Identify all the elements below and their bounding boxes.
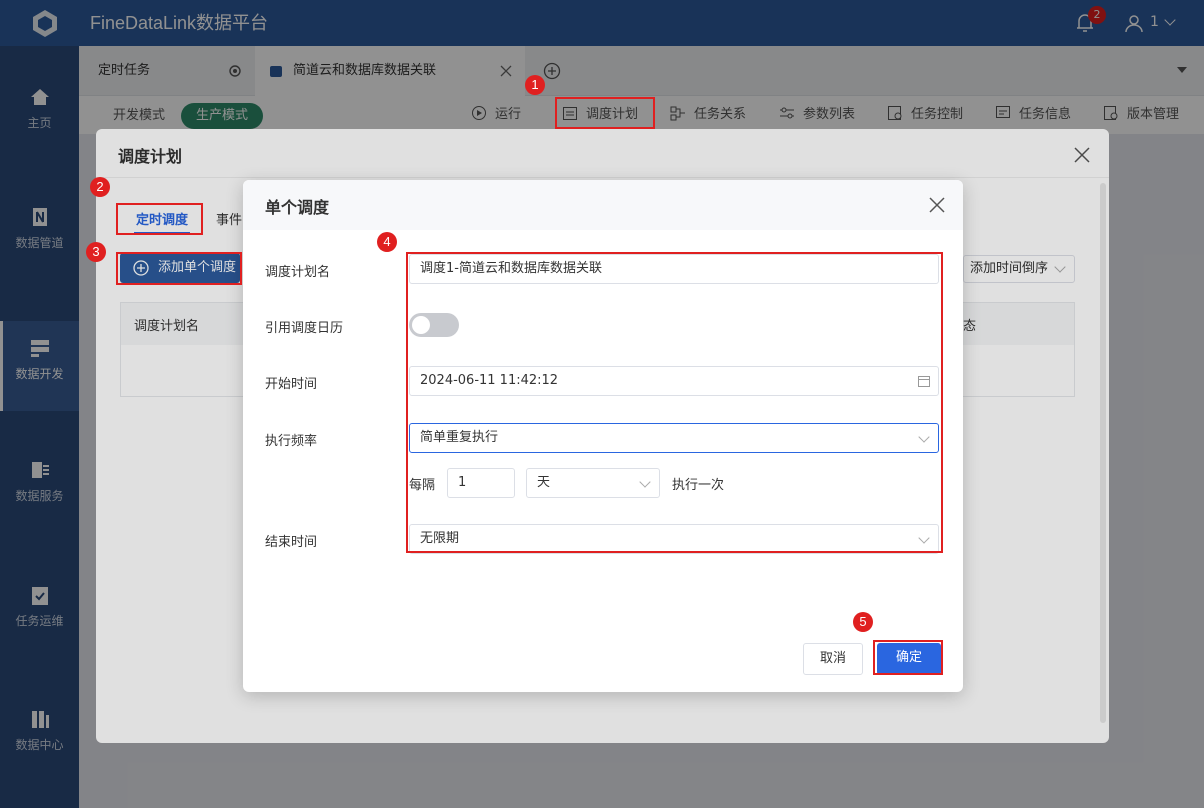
plan-name-label: 调度计划名 — [265, 265, 331, 280]
step-badge-2: 2 — [90, 177, 110, 197]
highlight-timed-tab — [116, 203, 203, 235]
start-time-label: 开始时间 — [265, 377, 318, 392]
step-badge-3: 3 — [86, 242, 106, 262]
highlight-schedule-button — [555, 97, 655, 129]
cancel-button[interactable]: 取消 — [803, 643, 863, 675]
highlight-form-fields — [406, 252, 943, 553]
calendar-label: 引用调度日历 — [265, 321, 344, 336]
dialog-title: 单个调度 — [265, 198, 330, 217]
step-badge-4: 4 — [377, 232, 397, 252]
end-time-label: 结束时间 — [265, 535, 318, 550]
close-icon[interactable] — [929, 197, 945, 213]
step-badge-1: 1 — [525, 75, 545, 95]
dialog-header — [243, 180, 963, 230]
highlight-add-button — [116, 252, 242, 285]
step-badge-5: 5 — [853, 612, 873, 632]
frequency-label: 执行频率 — [265, 434, 318, 449]
highlight-confirm-button — [873, 640, 943, 675]
